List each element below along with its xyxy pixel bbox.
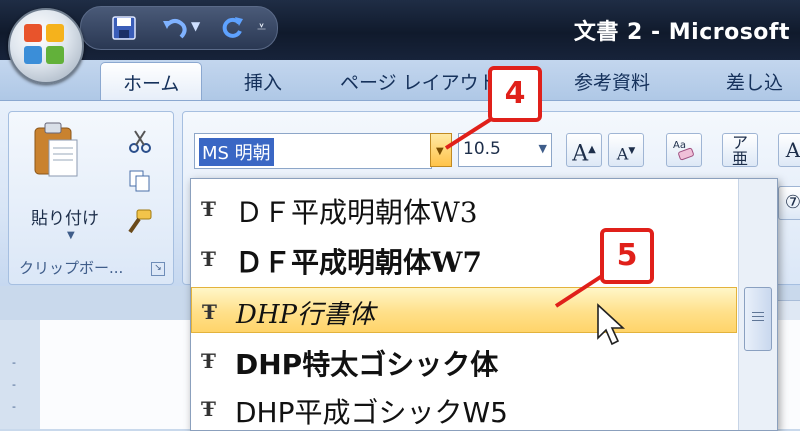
step-4-callout: 4	[488, 66, 542, 122]
step-5-callout: 5	[600, 228, 654, 284]
annotation-overlay	[444, 114, 626, 346]
callout-5-arrow	[554, 274, 604, 308]
callout-4-arrow	[444, 114, 498, 150]
mouse-cursor-icon	[597, 303, 626, 346]
